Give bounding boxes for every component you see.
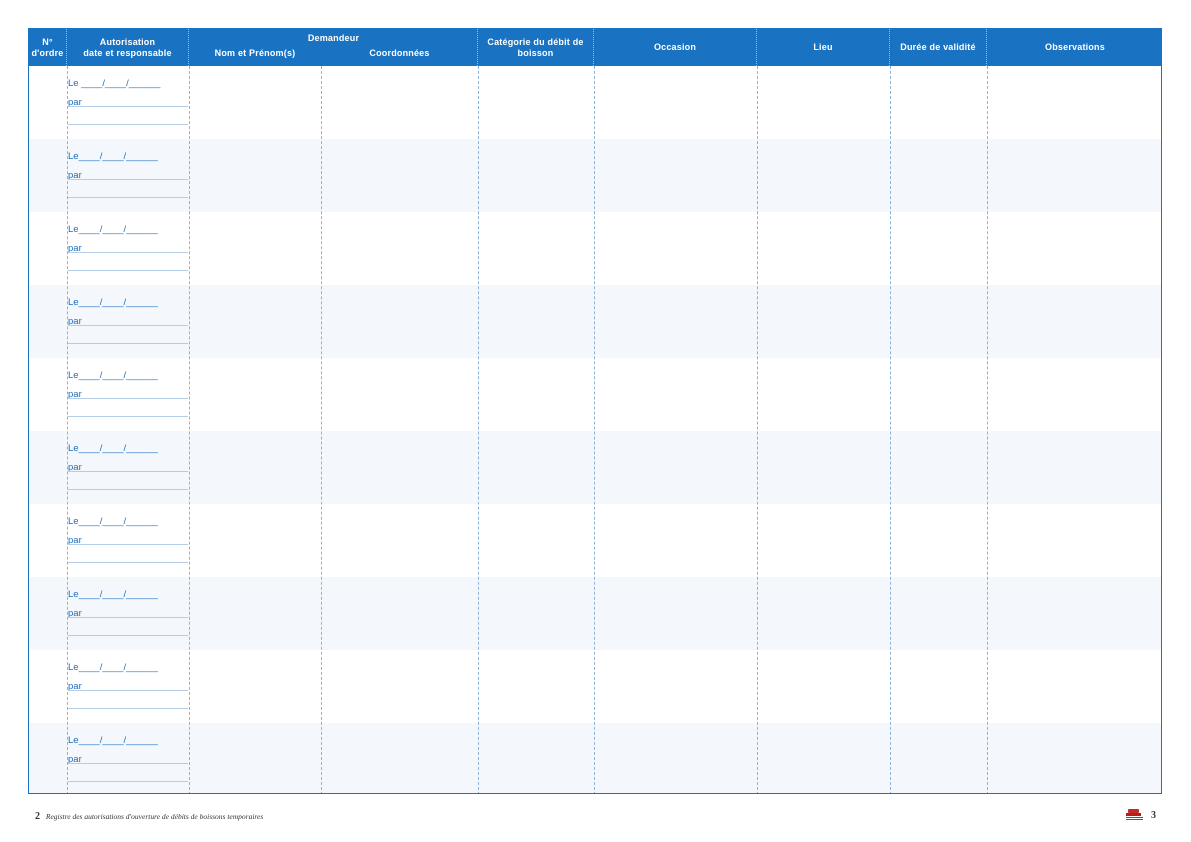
table-row: Le____/____/______ par — [29, 577, 1161, 650]
header-autorisation: Autorisation date et responsable — [67, 29, 189, 66]
authorization-cell: Le____/____/______ par — [68, 139, 188, 212]
header-coordonnees: Coordonnées — [369, 47, 430, 58]
signature-line[interactable] — [68, 197, 188, 198]
table-row: Le____/____/______ par — [29, 212, 1161, 285]
responsible-line[interactable] — [68, 106, 188, 107]
signature-line[interactable] — [68, 635, 188, 636]
table-row: Le____/____/______ par — [29, 431, 1161, 504]
table-row: Le____/____/______ par — [29, 723, 1161, 793]
authorization-cell: Le____/____/______ par — [68, 212, 188, 285]
column-divider — [67, 66, 68, 793]
signature-line[interactable] — [68, 781, 188, 782]
table-row: Le____/____/______ par — [29, 139, 1161, 212]
header-categorie: Catégorie du débit de boisson — [478, 29, 594, 66]
table-body: Le ____/____/______ par Le____/____/______… — [29, 66, 1161, 793]
date-line[interactable]: Le____/____/______ — [68, 297, 158, 308]
date-line[interactable]: Le____/____/______ — [68, 589, 158, 600]
authorization-cell: Le____/____/______ par — [68, 431, 188, 504]
column-divider — [478, 66, 479, 793]
responsible-line[interactable] — [68, 179, 188, 180]
authorization-cell: Le____/____/______ par — [68, 358, 188, 431]
authorization-cell: Le____/____/______ par — [68, 650, 188, 723]
header-lieu: Lieu — [757, 29, 890, 66]
header-num-ordre: N° d'ordre — [29, 29, 67, 66]
publisher-logo-icon — [1126, 809, 1143, 820]
header-autorisation-line1: Autorisation — [99, 36, 156, 47]
table-row: Le____/____/______ par — [29, 285, 1161, 358]
signature-line[interactable] — [68, 562, 188, 563]
responsible-line[interactable] — [68, 763, 188, 764]
register-table: N° d'ordre Autorisation date et responsa… — [28, 28, 1162, 794]
signature-line[interactable] — [68, 489, 188, 490]
signature-line[interactable] — [68, 416, 188, 417]
column-divider — [987, 66, 988, 793]
header-nom-prenoms: Nom et Prénom(s) — [214, 47, 296, 58]
responsible-line[interactable] — [68, 252, 188, 253]
authorization-cell: Le____/____/______ par — [68, 285, 188, 358]
header-observations: Observations — [1045, 42, 1105, 52]
responsible-line[interactable] — [68, 398, 188, 399]
header-occasion: Occasion — [594, 29, 757, 66]
date-line[interactable]: Le____/____/______ — [68, 151, 158, 162]
footer-left: 2 Registre des autorisations d'ouverture… — [35, 811, 263, 822]
footer-right: 3 — [1126, 809, 1156, 821]
authorization-cell: Le____/____/______ par — [68, 577, 188, 650]
header-num-line2: d'ordre — [31, 47, 64, 58]
date-line[interactable]: Le____/____/______ — [68, 662, 158, 673]
header-num-line1: N° — [42, 36, 53, 47]
authorization-cell: Le____/____/______ par — [68, 504, 188, 577]
table-row: Le ____/____/______ par — [29, 66, 1161, 139]
date-line[interactable]: Le____/____/______ — [68, 735, 158, 746]
column-divider — [757, 66, 758, 793]
footer-title: Registre des autorisations d'ouverture d… — [45, 812, 264, 821]
column-divider — [189, 66, 190, 793]
table-row: Le____/____/______ par — [29, 650, 1161, 723]
column-divider — [594, 66, 595, 793]
page-number-left: 2 — [35, 811, 40, 822]
signature-line[interactable] — [68, 343, 188, 344]
signature-line[interactable] — [68, 270, 188, 271]
column-divider — [890, 66, 891, 793]
responsible-line[interactable] — [68, 617, 188, 618]
responsible-line[interactable] — [68, 690, 188, 691]
responsible-line[interactable] — [68, 325, 188, 326]
header-demandeur-group: Demandeur Nom et Prénom(s) Coordonnées — [189, 29, 478, 66]
signature-line[interactable] — [68, 708, 188, 709]
authorization-cell: Le____/____/______ par — [68, 723, 188, 793]
date-line[interactable]: Le ____/____/______ — [68, 78, 160, 89]
header-categorie-line2: boisson — [517, 47, 554, 58]
responsible-line[interactable] — [68, 544, 188, 545]
authorization-cell: Le ____/____/______ par — [68, 66, 188, 139]
table-row: Le____/____/______ par — [29, 358, 1161, 431]
page-number-right: 3 — [1151, 809, 1156, 821]
date-line[interactable]: Le____/____/______ — [68, 516, 158, 527]
table-header: N° d'ordre Autorisation date et responsa… — [29, 29, 1161, 66]
table-row: Le____/____/______ par — [29, 504, 1161, 577]
column-divider — [321, 66, 322, 793]
date-line[interactable]: Le____/____/______ — [68, 443, 158, 454]
header-autorisation-line2: date et responsable — [83, 47, 172, 58]
header-categorie-line1: Catégorie du débit de — [487, 36, 584, 47]
date-line[interactable]: Le____/____/______ — [68, 370, 158, 381]
responsible-line[interactable] — [68, 471, 188, 472]
date-line[interactable]: Le____/____/______ — [68, 224, 158, 235]
signature-line[interactable] — [68, 124, 188, 125]
header-duree: Durée de validité — [890, 29, 987, 66]
